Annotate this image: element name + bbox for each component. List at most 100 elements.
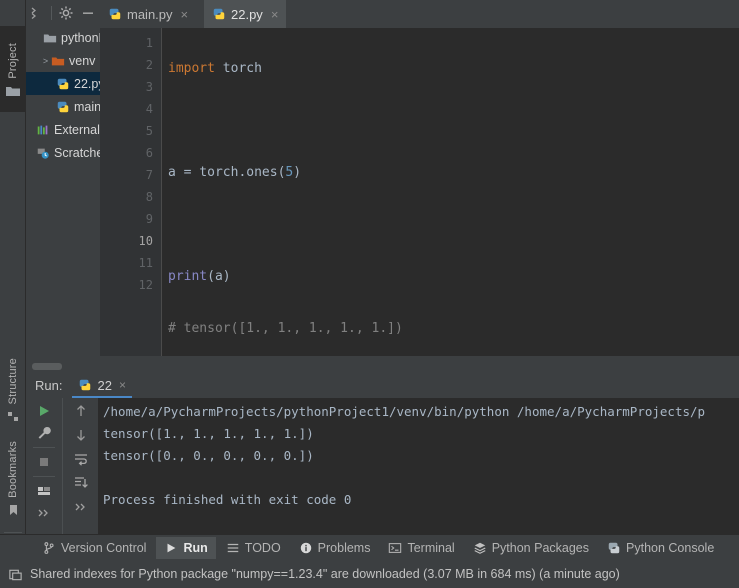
bottom-bar-version-control[interactable]: Version Control: [34, 537, 154, 559]
stripe-label-project: Project: [6, 43, 19, 79]
wrench-icon[interactable]: [36, 425, 52, 441]
bottom-bar-terminal[interactable]: Terminal: [380, 537, 462, 559]
run-console-output[interactable]: /home/a/PycharmProjects/pythonProject1/v…: [98, 398, 739, 534]
bottom-bar-label: Python Console: [626, 540, 715, 555]
left-tool-stripe: Project Structure Bookmarks: [0, 0, 26, 562]
gear-icon[interactable]: [58, 5, 74, 21]
bottom-bar-problems[interactable]: Problems: [291, 537, 379, 559]
editor-tab-label: 22.py: [231, 6, 263, 22]
close-icon[interactable]: ×: [119, 378, 126, 392]
console-line: tensor([0., 0., 0., 0., 0.]): [103, 448, 314, 463]
tree-item-label: pythonProject1: [61, 30, 100, 45]
run-icon[interactable]: [36, 403, 52, 419]
code-token: torch: [214, 61, 262, 76]
run-toolbar-primary: [26, 398, 62, 534]
bottom-bar-label: Version Control: [61, 540, 147, 555]
tree-item-label: venv: [69, 53, 96, 68]
scroll-to-end-icon[interactable]: [73, 475, 89, 491]
line-number: 3: [145, 80, 153, 94]
line-number: 6: [145, 146, 153, 160]
terminal-icon: [389, 542, 402, 553]
bottom-tool-window-bar: Version Control Run TODO Problems Termin…: [0, 534, 739, 560]
bottom-bar-run[interactable]: Run: [156, 536, 216, 559]
pycharm-window: Project Structure Bookmarks python > ven…: [0, 0, 739, 588]
code-line-1: import torch: [163, 58, 739, 80]
code-comment: # tensor([1., 1., 1., 1., 1.]): [168, 321, 403, 336]
layout-icon[interactable]: [36, 483, 52, 499]
line-number: 4: [145, 102, 153, 116]
code-line-5: print(a): [163, 266, 739, 288]
code-line-6: # tensor([1., 1., 1., 1., 1.]): [163, 318, 739, 340]
tree-item-pythonproject1[interactable]: pythonProject1: [26, 26, 100, 49]
tree-item-mainpy[interactable]: main.py: [26, 95, 100, 118]
code-editor[interactable]: 1 2 3 4 5 6 7 8 9 10 11 12 import torch …: [100, 28, 739, 356]
more-icon[interactable]: [73, 499, 89, 515]
code-line-3: a = torch.ones(5): [163, 162, 739, 184]
python-file-icon: [57, 78, 69, 89]
stripe-item-bookmarks[interactable]: Bookmarks: [0, 432, 26, 527]
minimize-icon[interactable]: [80, 5, 96, 21]
bottom-bar-label: Terminal: [407, 540, 455, 555]
toolbar-divider: [51, 6, 52, 20]
python-console-icon: [608, 542, 620, 553]
run-icon: [167, 543, 176, 552]
tree-item-scratches-and-consoles[interactable]: Scratches and Consoles: [26, 141, 100, 164]
bottom-bar-python-packages[interactable]: Python Packages: [465, 537, 597, 559]
collapse-all-icon[interactable]: [29, 5, 45, 21]
editor-tab-main-py[interactable]: main.py ×: [100, 0, 196, 28]
arrow-down-icon[interactable]: [73, 427, 89, 443]
tree-twisty-venv[interactable]: >: [40, 56, 51, 66]
line-number-current: 10: [138, 234, 153, 248]
line-number: 2: [145, 58, 153, 72]
line-number: 9: [145, 212, 153, 226]
line-number: 5: [145, 124, 153, 138]
run-session-tab-22[interactable]: 22 ×: [72, 372, 133, 398]
project-tree[interactable]: pythonProject1 > venv 22.py: [26, 26, 100, 360]
python-file-icon: [213, 8, 225, 20]
library-icon: [37, 125, 48, 134]
folder-icon: [43, 34, 57, 42]
ide-notification-icon[interactable]: [8, 567, 23, 582]
editor-code-area[interactable]: import torch a = torch.ones(5) print(a) …: [163, 28, 739, 356]
tree-item-venv[interactable]: > venv: [26, 49, 100, 72]
line-number: 12: [138, 278, 153, 292]
bottom-bar-todo[interactable]: TODO: [218, 537, 289, 559]
tree-item-external-libraries[interactable]: External Libraries: [26, 118, 100, 141]
stop-icon[interactable]: [36, 454, 52, 470]
status-bar: Shared indexes for Python package "numpy…: [0, 560, 739, 588]
toolbar-divider: [33, 476, 55, 477]
bottom-bar-label: Problems: [317, 540, 371, 555]
line-number: 8: [145, 190, 153, 204]
scratch-icon: [37, 148, 49, 159]
more-icon[interactable]: [36, 505, 52, 521]
tree-item-label: Scratches and Consoles: [54, 145, 100, 160]
close-icon[interactable]: ×: [271, 7, 279, 22]
bottom-bar-label: Python Packages: [491, 540, 590, 555]
arrow-up-icon[interactable]: [73, 403, 89, 419]
editor-horizontal-scrollbar[interactable]: [32, 363, 62, 370]
bottom-bar-python-console[interactable]: Python Console: [599, 537, 722, 559]
packages-icon: [474, 542, 486, 554]
bottom-bar-label: Run: [183, 540, 208, 555]
editor-gutter[interactable]: 1 2 3 4 5 6 7 8 9 10 11 12: [100, 28, 162, 356]
stripe-item-project[interactable]: Project: [0, 26, 26, 112]
problems-icon: [300, 542, 311, 553]
run-session-label: 22: [97, 377, 112, 393]
console-line: /home/a/PycharmProjects/pythonProject1/v…: [103, 404, 706, 419]
run-toolbar-secondary: [62, 398, 98, 534]
run-panel-label: Run:: [35, 377, 63, 393]
soft-wrap-icon[interactable]: [73, 451, 89, 467]
tree-item-22py[interactable]: 22.py: [26, 72, 100, 95]
tree-item-label: 22.py: [74, 76, 100, 91]
run-tool-window: Run: 22 × /home/a/PycharmProjects/python…: [26, 372, 739, 534]
code-token: ): [293, 165, 302, 180]
stripe-item-structure[interactable]: Structure: [0, 356, 26, 426]
project-toolbar: [26, 0, 100, 26]
editor-tab-22-py[interactable]: 22.py ×: [204, 0, 287, 28]
python-file-icon: [57, 101, 69, 112]
close-icon[interactable]: ×: [181, 7, 189, 22]
code-token: (a): [207, 269, 231, 284]
code-token: a = torch.ones(: [168, 165, 286, 180]
